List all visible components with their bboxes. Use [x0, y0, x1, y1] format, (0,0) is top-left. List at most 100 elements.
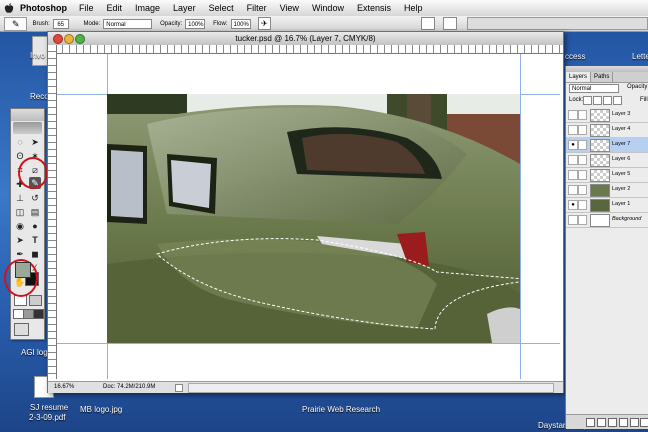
mode-select[interactable]: Normal [103, 18, 153, 29]
opacity-field[interactable]: 100% [185, 18, 206, 29]
menu-file[interactable]: File [79, 3, 94, 13]
tab-layers[interactable]: Layers [566, 72, 592, 82]
lock-label: Lock: [569, 97, 584, 103]
layer-link-toggle[interactable] [578, 200, 587, 210]
layer-name: Layer 1 [612, 201, 631, 207]
lock-transparency-icon[interactable] [583, 96, 592, 105]
adjustment-layer-icon[interactable] [619, 418, 628, 427]
menu-filter[interactable]: Filter [247, 3, 267, 13]
menu-help[interactable]: Help [404, 3, 423, 13]
minimize-window-icon[interactable] [64, 34, 74, 44]
brush-tool-preset-icon[interactable]: ✎ [4, 16, 28, 31]
visibility-toggle[interactable] [568, 215, 578, 225]
horizontal-scrollbar[interactable] [188, 383, 554, 393]
airbrush-icon[interactable]: ✈ [257, 17, 272, 30]
blur-tool-icon[interactable]: ◉ [14, 220, 26, 232]
eraser-icon[interactable]: ◫ [14, 206, 26, 218]
screen-mode-full-icon[interactable] [33, 309, 44, 319]
desktop-label-sj-resume[interactable]: SJ resume [30, 403, 68, 412]
layer-row[interactable]: Layer 3 [566, 107, 648, 123]
apple-icon[interactable] [4, 2, 14, 14]
layer-style-icon[interactable] [586, 418, 595, 427]
app-menu[interactable]: Photoshop [20, 3, 67, 13]
clone-stamp-icon[interactable]: ⊥ [14, 192, 26, 204]
move-tool-icon[interactable]: ➤ [29, 136, 41, 148]
desktop-label-prairie[interactable]: Prairie Web Research [302, 405, 380, 414]
document-size-info[interactable]: Doc: 74.2M/210.9M [103, 382, 155, 393]
vertical-ruler[interactable] [48, 45, 57, 379]
adobe-logo-icon[interactable] [13, 122, 42, 134]
layer-mask-icon[interactable] [597, 418, 606, 427]
layer-row[interactable]: Layer 5 [566, 167, 648, 183]
layer-thumbnail [590, 199, 610, 212]
visibility-toggle[interactable] [568, 185, 578, 195]
zoom-window-icon[interactable] [75, 34, 85, 44]
path-selection-icon[interactable]: ➤ [14, 234, 26, 246]
desktop-label-mb-logo[interactable]: MB logo.jpg [80, 405, 122, 414]
trash-icon[interactable] [640, 418, 648, 427]
menu-extensis[interactable]: Extensis [357, 3, 391, 13]
menu-edit[interactable]: Edit [107, 3, 123, 13]
brush-size-picker[interactable]: 65 [52, 18, 69, 29]
layer-row[interactable]: Layer 6 [566, 152, 648, 168]
close-window-icon[interactable] [53, 34, 63, 44]
new-layer-icon[interactable] [630, 418, 639, 427]
layer-link-toggle[interactable] [578, 185, 587, 195]
layer-row[interactable]: Layer 4 [566, 122, 648, 138]
visibility-toggle[interactable] [568, 170, 578, 180]
layer-link-toggle[interactable] [578, 125, 587, 135]
desktop-label-access[interactable]: ccess [565, 52, 585, 61]
menu-view[interactable]: View [280, 3, 299, 13]
palette-icon[interactable] [442, 17, 457, 30]
palette-well[interactable] [466, 17, 648, 30]
visibility-toggle[interactable] [568, 125, 578, 135]
marquee-tool-icon[interactable]: ◌ [14, 136, 26, 148]
layer-link-toggle[interactable] [578, 215, 587, 225]
layer-link-toggle[interactable] [578, 170, 587, 180]
layer-set-icon[interactable] [608, 418, 617, 427]
eye-icon[interactable]: ● [568, 140, 578, 150]
foreground-color-swatch[interactable] [15, 262, 31, 278]
layer-link-toggle[interactable] [578, 155, 587, 165]
menu-window[interactable]: Window [312, 3, 344, 13]
desktop-label-lette[interactable]: Lette [632, 52, 648, 61]
lock-image-icon[interactable] [593, 96, 602, 105]
status-menu-icon[interactable] [175, 384, 183, 392]
tab-paths[interactable]: Paths [591, 72, 614, 82]
visibility-toggle[interactable] [568, 155, 578, 165]
car-photo[interactable] [107, 94, 520, 343]
lock-position-icon[interactable] [603, 96, 612, 105]
eye-icon[interactable]: ● [568, 200, 578, 210]
layer-link-toggle[interactable] [578, 110, 587, 120]
layer-row-selected[interactable]: ● Layer 7 [566, 137, 648, 153]
zoom-level[interactable]: 16.67% [54, 382, 74, 393]
guide-vertical-right[interactable] [520, 54, 521, 379]
gradient-icon[interactable]: ▤ [29, 206, 41, 218]
quick-mask-mode-icon[interactable] [29, 295, 42, 306]
desktop-label-reco[interactable]: Reco [30, 92, 49, 101]
layer-row[interactable]: Background [566, 212, 648, 228]
history-brush-icon[interactable]: ↺ [29, 192, 41, 204]
imageready-jump-icon[interactable] [14, 323, 29, 336]
menu-select[interactable]: Select [209, 3, 234, 13]
desktop-label-sj-resume-ext[interactable]: 2-3-09.pdf [29, 413, 65, 422]
file-browser-icon[interactable] [421, 17, 435, 30]
desktop-label-invo[interactable]: Invo [30, 51, 45, 60]
document-canvas[interactable] [57, 54, 560, 379]
guide-horizontal-bottom[interactable] [57, 343, 560, 344]
menu-image[interactable]: Image [135, 3, 160, 13]
horizontal-ruler[interactable] [56, 45, 563, 54]
menu-layer[interactable]: Layer [173, 3, 196, 13]
dodge-tool-icon[interactable]: ● [29, 220, 41, 232]
type-tool-icon[interactable]: T [29, 234, 41, 246]
shape-tool-icon[interactable]: ◼ [29, 248, 41, 260]
blend-mode-select[interactable]: Normal [569, 84, 619, 93]
visibility-toggle[interactable] [568, 110, 578, 120]
lock-all-icon[interactable] [613, 96, 622, 105]
paintbrush-link-icon[interactable] [578, 140, 587, 150]
toolbox-title-bar[interactable] [11, 109, 44, 121]
flow-field[interactable]: 100% [230, 18, 251, 29]
layer-row[interactable]: Layer 2 [566, 182, 648, 198]
layer-row[interactable]: ● Layer 1 [566, 197, 648, 213]
document-title-bar[interactable]: tucker.psd @ 16.7% (Layer 7, CMYK/8) [48, 32, 563, 46]
